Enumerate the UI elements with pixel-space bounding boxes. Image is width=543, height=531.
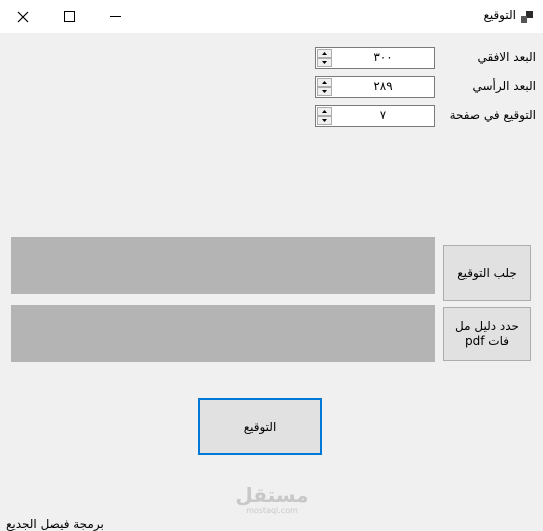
down-arrow-icon — [322, 90, 327, 93]
horizontal-offset-label: البعد الافقي — [477, 50, 537, 64]
app-icon — [521, 11, 533, 23]
minimize-button[interactable] — [92, 0, 138, 33]
spin-up-button[interactable] — [317, 78, 332, 87]
vertical-offset-value[interactable]: ٢٨٩ — [334, 79, 432, 93]
close-icon — [17, 11, 29, 22]
spin-down-button[interactable] — [317, 87, 332, 96]
sign-button-label: التوقيع — [243, 419, 277, 434]
signature-page-value[interactable]: ٧ — [334, 108, 432, 122]
window-title: التوقيع — [483, 8, 516, 22]
spin-buttons[interactable] — [317, 78, 332, 96]
minimize-icon — [109, 16, 121, 17]
signature-page-label: التوقيع في صفحة — [449, 108, 536, 122]
fetch-signature-button[interactable]: جلب التوقيع — [443, 245, 531, 301]
spin-buttons[interactable] — [317, 49, 332, 67]
watermark-url: mostaql.com — [246, 506, 298, 515]
maximize-icon — [63, 11, 75, 22]
spin-buttons[interactable] — [317, 107, 332, 125]
spin-down-button[interactable] — [317, 116, 332, 125]
signature-page-spinner[interactable]: ٧ — [315, 105, 435, 127]
signature-path-panel — [11, 237, 435, 294]
close-button[interactable] — [0, 0, 46, 33]
horizontal-offset-value[interactable]: ٣٠٠ — [334, 50, 432, 64]
up-arrow-icon — [322, 110, 327, 113]
sign-button[interactable]: التوقيع — [198, 398, 322, 455]
select-pdf-folder-button[interactable]: حدد دليل مل فات pdf — [443, 307, 531, 361]
down-arrow-icon — [322, 119, 327, 122]
vertical-offset-spinner[interactable]: ٢٨٩ — [315, 76, 435, 98]
up-arrow-icon — [322, 52, 327, 55]
horizontal-offset-spinner[interactable]: ٣٠٠ — [315, 47, 435, 69]
spin-up-button[interactable] — [317, 49, 332, 58]
spin-down-button[interactable] — [317, 58, 332, 67]
pdf-directory-panel — [11, 305, 435, 362]
select-pdf-folder-label: حدد دليل مل فات pdf — [455, 319, 519, 348]
up-arrow-icon — [322, 81, 327, 84]
down-arrow-icon — [322, 61, 327, 64]
watermark-logo: مستقل — [235, 483, 309, 507]
maximize-button[interactable] — [46, 0, 92, 33]
developer-credit: برمجة فيصل الجديع — [6, 517, 104, 531]
fetch-signature-label: جلب التوقيع — [457, 265, 517, 280]
spin-up-button[interactable] — [317, 107, 332, 116]
title-bar: التوقيع — [0, 0, 543, 33]
vertical-offset-label: البعد الرأسي — [472, 79, 536, 93]
watermark: مستقل mostaql.com — [227, 484, 317, 515]
